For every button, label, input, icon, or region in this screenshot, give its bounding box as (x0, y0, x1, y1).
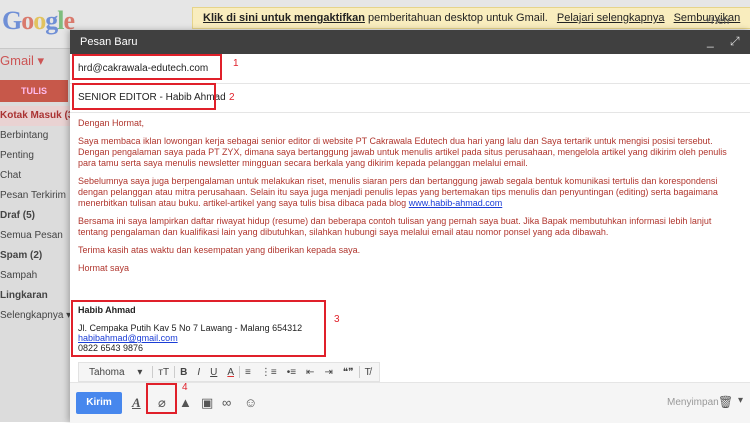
paragraph-1b: Dengan pengalaman saya pada PT ZYX, dima… (78, 147, 727, 168)
paragraph-2: Sebelumnya saya juga berpengalaman untuk… (78, 176, 718, 208)
compose-button[interactable]: TULIS (0, 80, 68, 102)
sidebar-item-starred[interactable]: Berbintang (0, 126, 70, 146)
font-select[interactable]: Tahoma ▾ (79, 367, 152, 378)
sidebar-item-more[interactable]: Selengkapnya ▾ (0, 306, 70, 326)
expand-icon[interactable]: ⤢ (730, 34, 740, 49)
drive-icon[interactable]: ▲ (179, 395, 192, 410)
annotation-number-4: 4 (182, 382, 188, 393)
send-button[interactable]: Kirim (76, 392, 122, 414)
paragraph-1: Saya membaca iklan lowongan kerja sebaga… (78, 136, 713, 146)
indent-less-icon[interactable]: ⇤ (301, 367, 319, 378)
notification-text: pemberitahuan desktop untuk Gmail. (368, 12, 548, 24)
annotation-box-4 (146, 383, 177, 414)
bold-icon[interactable]: B (175, 367, 192, 378)
saving-status: Menyimpan (667, 397, 719, 408)
font-size-icon[interactable]: тT (153, 367, 174, 378)
sidebar-item-all-mail[interactable]: Semua Pesan (0, 226, 70, 246)
quote-icon[interactable]: ❝❞ (338, 367, 359, 378)
trash-icon[interactable]: 🗑 (718, 395, 733, 409)
sidebar-item-chat[interactable]: Chat (0, 166, 70, 186)
chevron-down-icon: ▾ (137, 366, 143, 378)
text-color-icon[interactable]: A (222, 367, 239, 378)
greeting: Dengan Hormat, (78, 118, 145, 128)
formatting-toolbar: Tahoma ▾ тT B I U A ≡ ⋮≡ •≡ ⇤ ⇥ ❝❞ T̸ (78, 362, 380, 382)
align-icon[interactable]: ≡ (240, 367, 256, 378)
underline-icon[interactable]: U (205, 367, 222, 378)
annotation-number-2: 2 (229, 92, 235, 103)
annotation-box-1 (72, 54, 222, 80)
compose-title: Pesan Baru (80, 36, 138, 48)
compose-window: Pesan Baru _ ⤢ hrd@cakrawala-edutech.com… (70, 30, 750, 423)
sidebar-item-trash[interactable]: Sampah (0, 266, 70, 286)
blog-link[interactable]: www.habib-ahmad.com (409, 198, 503, 208)
insert-link-icon[interactable]: ∞ (222, 395, 231, 410)
enable-notification-link[interactable]: Klik di sini untuk mengaktifkan (203, 12, 365, 24)
annotation-number-3: 3 (334, 314, 340, 325)
italic-icon[interactable]: I (192, 367, 205, 378)
compose-header: Pesan Baru _ ⤢ (70, 30, 750, 54)
numbered-list-icon[interactable]: ⋮≡ (256, 367, 282, 378)
sidebar-item-circles[interactable]: Lingkaran (0, 286, 70, 306)
insert-photo-icon[interactable]: ▣ (201, 395, 213, 411)
sidebar-item-important[interactable]: Penting (0, 146, 70, 166)
sidebar-item-drafts[interactable]: Draf (5) (0, 206, 70, 226)
learn-more-link[interactable]: Pelajari selengkapnya (557, 12, 665, 24)
indent-more-icon[interactable]: ⇥ (319, 367, 337, 378)
formatting-options-icon[interactable]: A (132, 395, 141, 411)
minimize-icon[interactable]: _ (707, 34, 714, 48)
paragraph-3: Bersama ini saya lampirkan daftar riwaya… (78, 216, 712, 237)
desktop-notification-banner: Klik di sini untuk mengaktifkan pemberit… (192, 7, 750, 29)
google-logo[interactable]: Google (2, 6, 75, 36)
clear-formatting-icon[interactable]: T̸ (360, 367, 376, 378)
sidebar-item-sent[interactable]: Pesan Terkirim (0, 186, 70, 206)
message-body[interactable]: Dengan Hormat, Saya membaca iklan lowong… (78, 118, 740, 281)
sidebar-item-spam[interactable]: Spam (2) (0, 246, 70, 266)
gmail-menu[interactable]: Gmail ▾ (0, 53, 44, 69)
more-options-icon[interactable]: ▾ (738, 395, 743, 406)
bulleted-list-icon[interactable]: •≡ (282, 367, 301, 378)
annotation-box-3 (71, 300, 326, 357)
emoji-icon[interactable]: ☺ (244, 395, 257, 410)
paragraph-4: Terima kasih atas waktu dan kesempatan y… (78, 245, 361, 255)
annotation-number-1: 1 (233, 58, 239, 69)
user-link[interactable]: +Heri (705, 16, 729, 27)
sidebar-nav: Kotak Masuk (3.540) Berbintang Penting C… (0, 106, 70, 326)
annotation-box-2 (72, 83, 216, 110)
closing: Hormat saya (78, 263, 130, 273)
sidebar-item-inbox[interactable]: Kotak Masuk (3.540) (0, 106, 70, 126)
